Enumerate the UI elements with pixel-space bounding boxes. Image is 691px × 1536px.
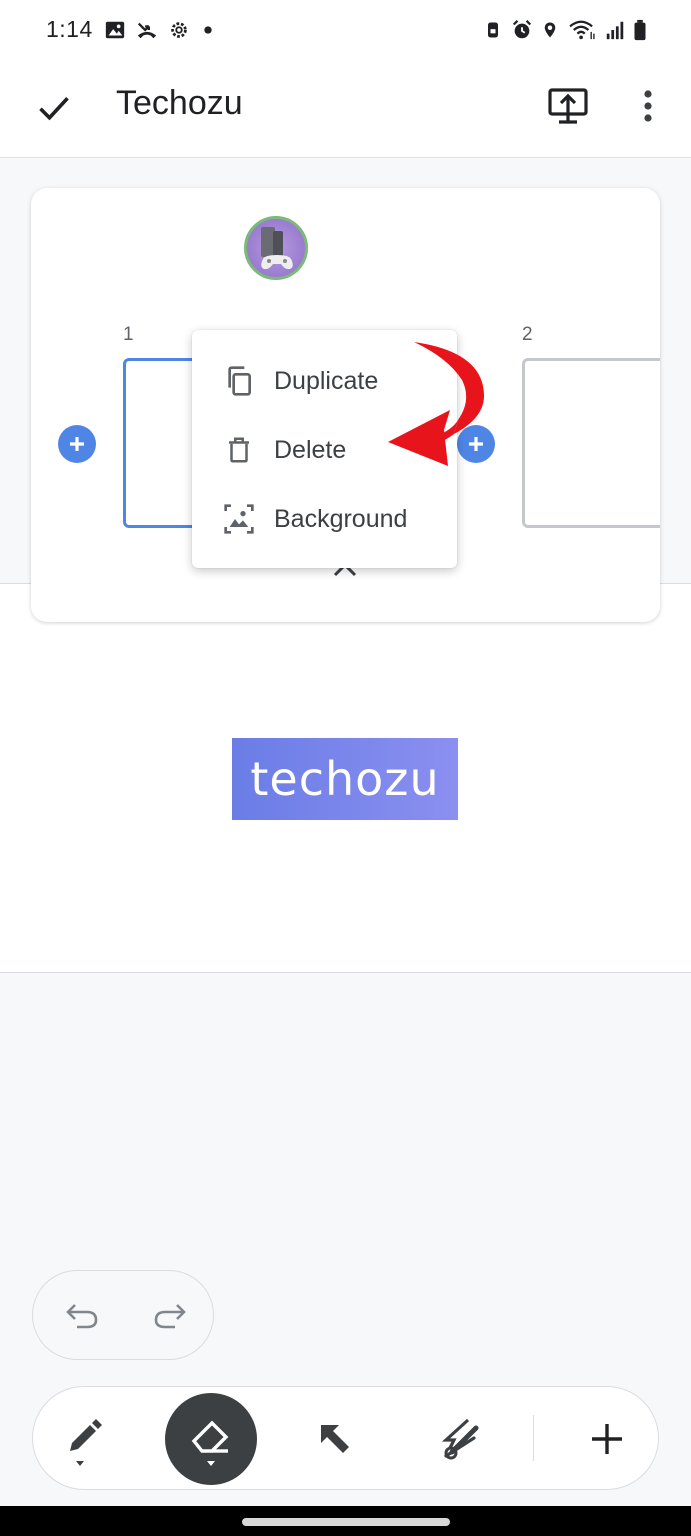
laser-icon	[441, 1418, 479, 1460]
pen-tool-button[interactable]	[41, 1395, 129, 1483]
more-vert-icon	[644, 90, 652, 122]
annotation-arrow-icon	[388, 342, 484, 466]
logo-text: techozu	[250, 752, 440, 806]
status-bar: 1:14	[0, 0, 691, 62]
laser-tool-button[interactable]	[417, 1395, 505, 1483]
missed-call-icon	[137, 22, 157, 39]
eraser-tool-button[interactable]	[165, 1393, 257, 1485]
undo-redo-group	[32, 1270, 214, 1360]
alarm-icon	[512, 20, 532, 39]
dot-icon	[204, 26, 212, 34]
image-background-icon	[222, 502, 256, 536]
redo-button[interactable]	[145, 1291, 195, 1341]
done-button[interactable]	[30, 84, 78, 132]
present-icon	[548, 88, 588, 124]
menu-item-background[interactable]: Background	[192, 486, 457, 552]
present-button[interactable]	[544, 82, 592, 130]
menu-item-label: Background	[274, 504, 408, 533]
copy-icon	[222, 364, 256, 398]
system-nav-bar	[0, 1506, 691, 1536]
frame-number: 2	[522, 324, 533, 345]
logo-image[interactable]: techozu	[232, 738, 458, 820]
gear-icon	[171, 22, 187, 38]
menu-item-label: Delete	[274, 435, 347, 464]
game-console-icon	[261, 227, 293, 270]
add-button[interactable]	[563, 1395, 651, 1483]
more-options-button[interactable]	[628, 82, 668, 130]
wifi-icon	[569, 20, 595, 40]
avatar[interactable]	[244, 216, 308, 280]
add-frame-button[interactable]	[58, 425, 96, 463]
lock-rotate-icon	[488, 22, 498, 38]
select-tool-button[interactable]	[291, 1395, 379, 1483]
pen-icon	[70, 1419, 102, 1466]
pointer-icon	[321, 1425, 349, 1453]
undo-button[interactable]	[57, 1291, 107, 1341]
status-right-icons	[483, 19, 647, 41]
battery-icon	[634, 19, 646, 41]
plus-icon	[70, 437, 84, 451]
app-bar: Techozu	[0, 62, 691, 158]
status-time: 1:14	[46, 16, 93, 42]
menu-item-label: Duplicate	[274, 366, 379, 395]
image-icon	[105, 21, 125, 39]
location-icon	[544, 22, 556, 38]
eraser-icon	[191, 1420, 229, 1466]
page-title: Techozu	[116, 84, 243, 122]
frame-number: 1	[123, 324, 134, 345]
toolbar-divider	[533, 1415, 534, 1461]
plus-icon	[592, 1424, 622, 1454]
undo-icon	[66, 1304, 98, 1329]
frame-thumbnail[interactable]	[522, 358, 660, 528]
trash-icon	[222, 433, 256, 467]
redo-icon	[154, 1304, 186, 1329]
signal-icon	[606, 21, 624, 40]
drawing-toolbar	[32, 1386, 659, 1490]
jam-canvas[interactable]: techozu	[0, 583, 691, 973]
home-gesture-handle[interactable]	[242, 1518, 450, 1526]
status-left-icons	[104, 19, 216, 41]
check-icon	[39, 97, 69, 121]
